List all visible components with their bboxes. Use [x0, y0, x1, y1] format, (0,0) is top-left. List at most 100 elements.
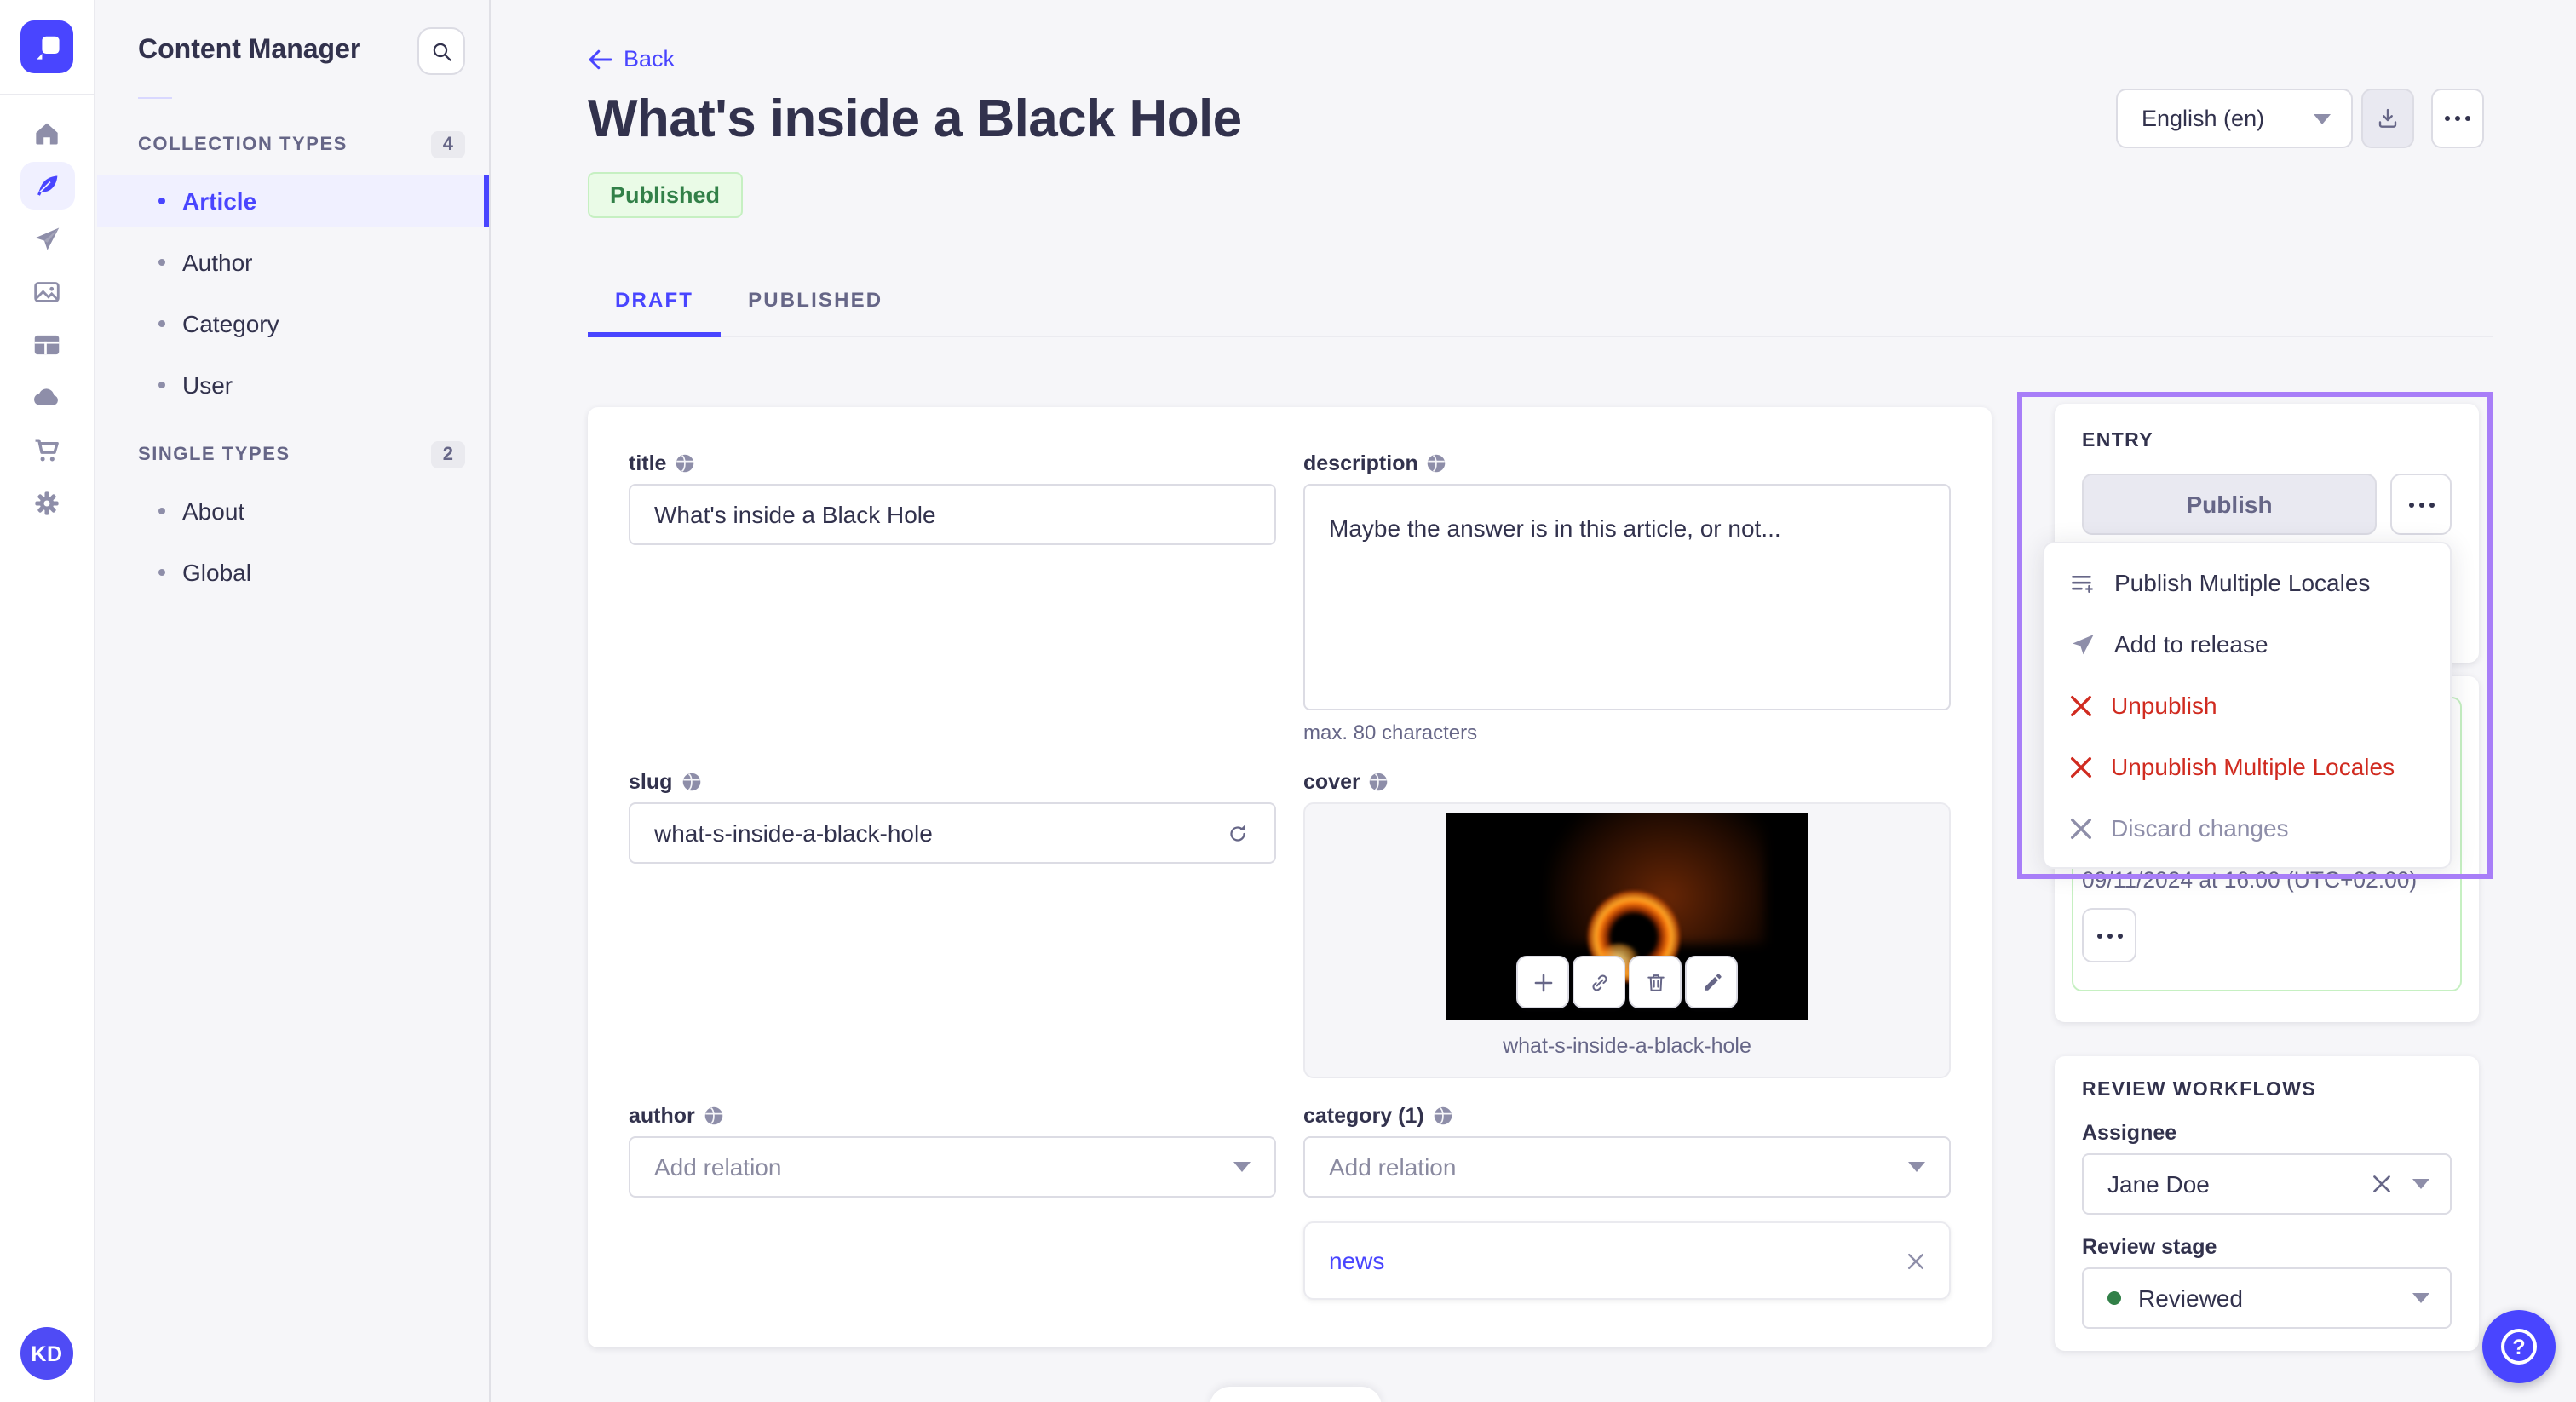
- field-author: author Add relation: [629, 1104, 1276, 1303]
- delete-media-button[interactable]: [1629, 956, 1682, 1008]
- cover-filename: what-s-inside-a-black-hole: [1503, 1034, 1751, 1058]
- sidebar-item-article[interactable]: Article: [97, 175, 489, 227]
- cross-icon: [2071, 756, 2091, 777]
- release-more-button[interactable]: [2082, 908, 2136, 962]
- rail-item-home[interactable]: [20, 109, 74, 157]
- tab-draft[interactable]: DRAFT: [588, 266, 722, 337]
- bullet-icon: [158, 508, 165, 514]
- remove-relation-x-icon[interactable]: [1906, 1251, 1925, 1270]
- rail-item-releases[interactable]: [20, 215, 74, 262]
- sidebar-item-about[interactable]: About: [97, 486, 489, 537]
- menu-item-unpublish[interactable]: Unpublish: [2044, 675, 2450, 736]
- plus-icon: [1533, 973, 1552, 991]
- category-relation-item[interactable]: news: [1303, 1221, 1951, 1300]
- cross-icon: [2071, 695, 2091, 715]
- assignee-combobox[interactable]: Jane Doe: [2082, 1153, 2452, 1215]
- version-tabs: DRAFT PUBLISHED: [588, 266, 910, 337]
- i18n-globe-icon: [682, 773, 700, 791]
- publish-button[interactable]: Publish: [2082, 474, 2377, 535]
- slug-input[interactable]: what-s-inside-a-black-hole: [629, 802, 1276, 864]
- menu-item-publish-multiple-locales[interactable]: Publish Multiple Locales: [2044, 552, 2450, 613]
- bullet-icon: [158, 382, 165, 388]
- link-icon: [1591, 974, 1607, 991]
- user-avatar[interactable]: KD: [20, 1327, 73, 1380]
- review-stage-label: Review stage: [2082, 1235, 2217, 1259]
- strapi-logo-icon: [36, 35, 59, 59]
- more-dots-icon: [2445, 116, 2470, 121]
- rail-item-content-manager[interactable]: [20, 162, 74, 210]
- relation-link-news[interactable]: news: [1329, 1247, 1384, 1274]
- section-label-collection-types: COLLECTION TYPES: [138, 135, 348, 155]
- releases-paper-plane-icon: [35, 227, 60, 250]
- more-dots-icon: [2096, 933, 2122, 938]
- next-section-peek: [1210, 1387, 1382, 1402]
- bullet-icon: [158, 259, 165, 266]
- category-relation-select[interactable]: Add relation: [1303, 1136, 1951, 1198]
- locale-select[interactable]: English (en): [2116, 89, 2353, 148]
- chevron-down-icon: [1908, 1162, 1925, 1172]
- chevron-down-icon: [2412, 1179, 2429, 1189]
- edit-form-card: title What's inside a Black Hole descrip…: [588, 407, 1992, 1347]
- menu-item-add-to-release[interactable]: Add to release: [2044, 613, 2450, 675]
- more-dots-icon: [2408, 502, 2434, 507]
- single-types-count-badge: 2: [430, 441, 465, 468]
- field-description: description Maybe the answer is in this …: [1303, 451, 1951, 753]
- i18n-globe-icon: [1428, 454, 1446, 473]
- entry-more-button[interactable]: [2390, 474, 2452, 535]
- marketplace-cart-icon: [35, 438, 59, 461]
- menu-item-discard-changes[interactable]: Discard changes: [2044, 797, 2450, 859]
- tab-published[interactable]: PUBLISHED: [721, 266, 910, 337]
- back-arrow-icon: [589, 49, 612, 69]
- help-button[interactable]: ?: [2482, 1310, 2556, 1383]
- strapi-logo[interactable]: [20, 20, 73, 73]
- field-slug: slug what-s-inside-a-black-hole: [629, 770, 1276, 1087]
- stage-status-dot: [2107, 1291, 2121, 1305]
- search-button[interactable]: [417, 27, 465, 75]
- sidebar-item-author[interactable]: Author: [97, 237, 489, 288]
- cover-media-box: what-s-inside-a-black-hole: [1303, 802, 1951, 1078]
- rail-item-content-type-builder[interactable]: [20, 320, 74, 368]
- rail-item-settings[interactable]: [20, 479, 74, 526]
- chevron-down-icon: [2412, 1293, 2429, 1303]
- review-stage-select[interactable]: Reviewed: [2082, 1267, 2452, 1329]
- edit-media-button[interactable]: [1685, 956, 1738, 1008]
- page-title: What's inside a Black Hole: [588, 89, 1242, 148]
- description-textarea[interactable]: Maybe the answer is in this article, or …: [1303, 484, 1951, 710]
- rail-item-media-library[interactable]: [20, 267, 74, 315]
- back-link[interactable]: Back: [588, 46, 675, 72]
- entry-panel-heading: ENTRY: [2082, 431, 2153, 451]
- copy-link-button[interactable]: [1573, 956, 1625, 1008]
- header-more-button[interactable]: [2431, 89, 2484, 148]
- menu-item-unpublish-multiple-locales[interactable]: Unpublish Multiple Locales: [2044, 736, 2450, 797]
- author-relation-select[interactable]: Add relation: [629, 1136, 1276, 1198]
- bullet-icon: [158, 320, 165, 327]
- deploy-cloud-icon: [34, 388, 58, 405]
- i18n-globe-icon: [676, 454, 694, 473]
- rail-item-cloud[interactable]: [20, 373, 74, 421]
- chevron-down-icon: [2314, 113, 2331, 124]
- status-badge: Published: [588, 172, 743, 218]
- bullet-icon: [158, 569, 165, 576]
- sidebar-item-category[interactable]: Category: [97, 298, 489, 349]
- rail-item-marketplace[interactable]: [20, 426, 74, 474]
- add-media-button[interactable]: [1516, 956, 1569, 1008]
- field-cover: cover what-s-inside-a-black-hole: [1303, 770, 1951, 1087]
- home-icon: [36, 122, 58, 144]
- collection-types-count-badge: 4: [430, 131, 465, 158]
- i18n-globe-icon: [1370, 773, 1389, 791]
- export-button[interactable]: [2361, 89, 2414, 148]
- sidebar-item-global[interactable]: Global: [97, 547, 489, 598]
- clear-x-icon[interactable]: [2372, 1174, 2392, 1194]
- question-mark-icon: ?: [2501, 1329, 2537, 1365]
- field-title: title What's inside a Black Hole: [629, 451, 1276, 753]
- title-input[interactable]: What's inside a Black Hole: [629, 484, 1276, 545]
- search-icon: [432, 42, 451, 60]
- bullet-icon: [158, 198, 165, 204]
- app-window: KD Content Manager COLLECTION TYPES 4 Ar…: [0, 0, 2576, 1402]
- list-plus-icon: [2072, 574, 2093, 593]
- regenerate-icon[interactable]: [1225, 820, 1251, 846]
- rail-divider: [0, 94, 95, 95]
- scheduled-release-date: 09/11/2024 at 16:00 (UTC+02:00): [2082, 867, 2418, 893]
- sidebar-item-user[interactable]: User: [97, 359, 489, 411]
- section-label-single-types: SINGLE TYPES: [138, 445, 290, 465]
